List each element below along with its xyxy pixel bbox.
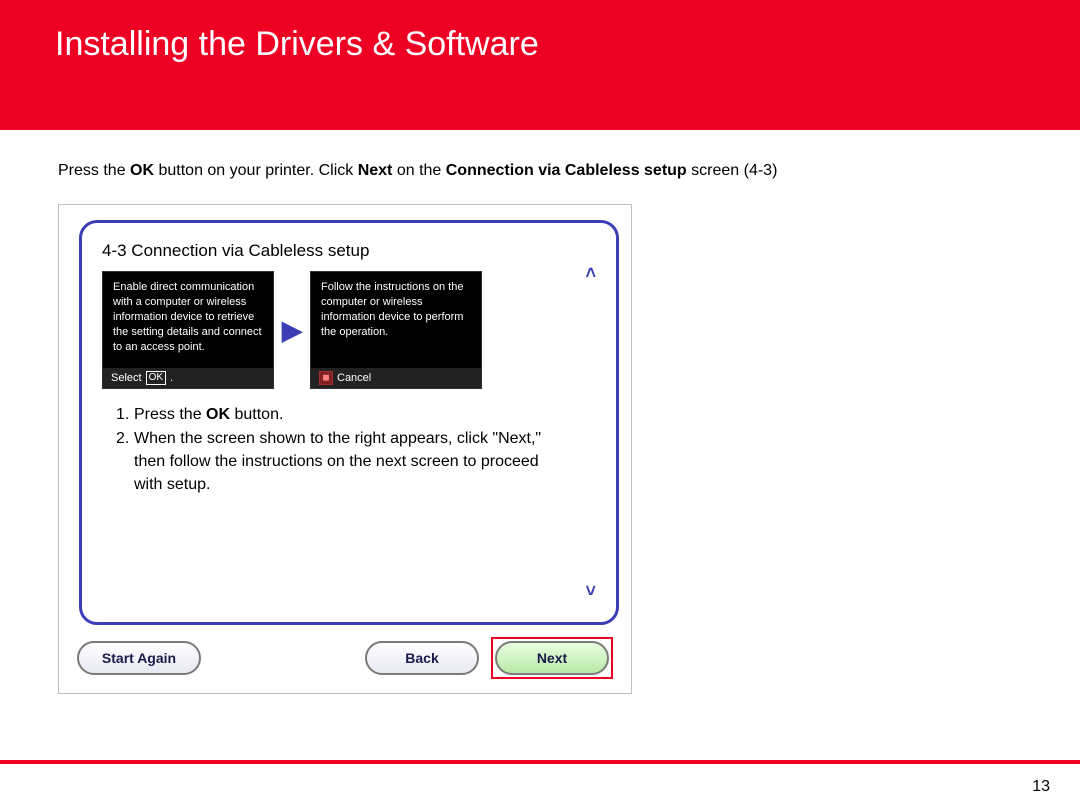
instr-part: Press the <box>58 162 130 179</box>
dot: . <box>170 371 173 386</box>
dialog-panel: 4-3 Connection via Cableless setup Enabl… <box>79 220 619 625</box>
dialog-title: 4-3 Connection via Cableless setup <box>102 241 606 261</box>
printer-screens-row: Enable direct communication with a compu… <box>102 271 606 389</box>
printer-screen-2-footer: ◼ Cancel <box>311 368 481 389</box>
cancel-label: Cancel <box>337 371 371 386</box>
ok-key-icon: OK <box>146 371 166 385</box>
instr-part: screen (4-3) <box>687 162 778 179</box>
instr-part: button on your printer. Click <box>154 162 358 179</box>
printer-screen-1-footer: Select OK . <box>103 368 273 389</box>
instr-bold-next: Next <box>358 162 393 179</box>
setup-dialog-screenshot: 4-3 Connection via Cableless setup Enabl… <box>58 204 632 694</box>
printer-screen-2-body: Follow the instructions on the computer … <box>311 272 481 367</box>
cancel-key-icon: ◼ <box>319 371 333 385</box>
next-button[interactable]: Next <box>495 641 609 675</box>
dialog-instructions: 1.Press the OK button. 2. When the scree… <box>102 403 606 496</box>
dialog-button-row: Start Again Back Next <box>77 637 613 679</box>
page-number: 13 <box>1032 778 1050 796</box>
list-text: Press the <box>134 406 206 423</box>
list-bold-ok: OK <box>206 406 230 423</box>
list-text: When the screen shown to the right appea… <box>134 427 566 497</box>
back-button[interactable]: Back <box>365 641 479 675</box>
page-title: Installing the Drivers & Software <box>0 0 1080 64</box>
scroll-up-icon[interactable]: ˄ <box>585 263 596 284</box>
printer-screen-1-body: Enable direct communication with a compu… <box>103 272 273 367</box>
start-again-button[interactable]: Start Again <box>77 641 201 675</box>
arrow-right-icon: ▶ <box>280 315 304 346</box>
instr-bold-ok: OK <box>130 162 154 179</box>
footer-divider <box>0 760 1080 764</box>
title-bar: Installing the Drivers & Software <box>0 0 1080 130</box>
printer-screen-1: Enable direct communication with a compu… <box>102 271 274 389</box>
instruction-text: Press the OK button on your printer. Cli… <box>58 160 1022 182</box>
list-item: 2. When the screen shown to the right ap… <box>116 427 566 497</box>
list-number: 2. <box>116 427 134 497</box>
select-label: Select <box>111 371 142 386</box>
list-item: 1.Press the OK button. <box>116 403 566 426</box>
list-text: button. <box>230 406 283 423</box>
printer-screen-2: Follow the instructions on the computer … <box>310 271 482 389</box>
list-number: 1. <box>116 403 134 426</box>
instr-part: on the <box>392 162 445 179</box>
scroll-down-icon[interactable]: ˅ <box>585 581 596 602</box>
instr-bold-screen: Connection via Cableless setup <box>446 162 687 179</box>
next-button-highlight: Next <box>491 637 613 679</box>
